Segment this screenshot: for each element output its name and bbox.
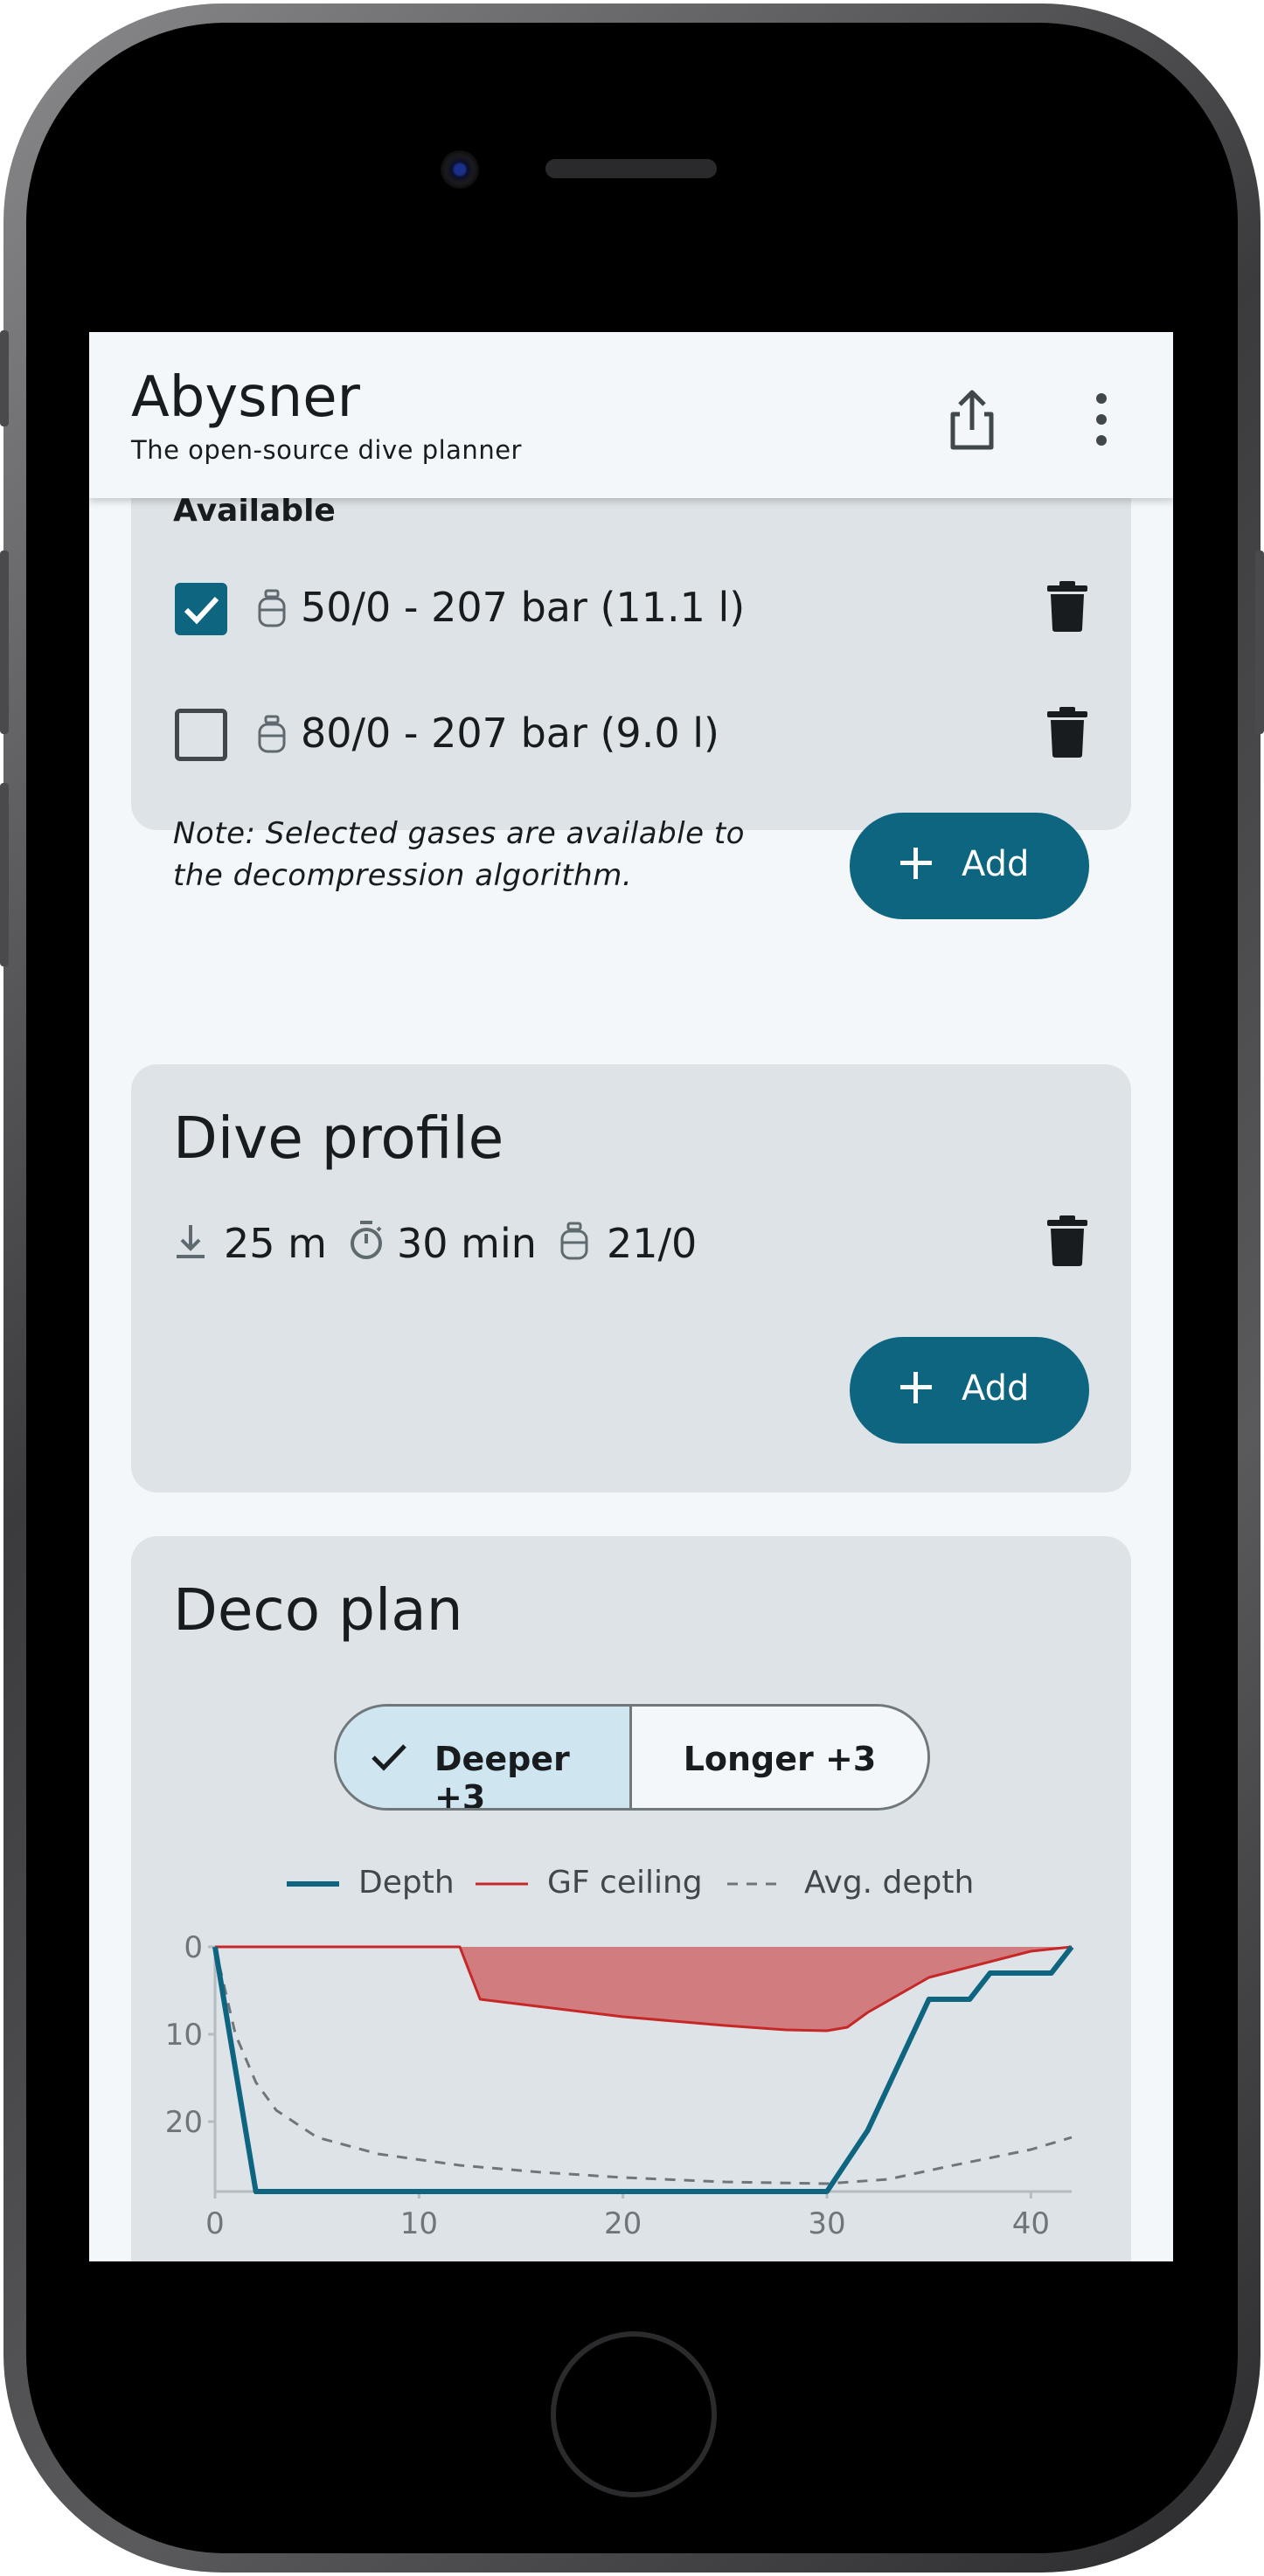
share-button[interactable] (928, 376, 1016, 463)
tank-icon (258, 715, 286, 753)
app-title: Abysner (131, 365, 360, 430)
more-options-button[interactable] (1058, 376, 1145, 463)
earpiece-speaker (545, 159, 717, 178)
y-tick-label: 0 (184, 1930, 203, 1965)
add-segment-button[interactable]: Add (850, 1337, 1089, 1444)
more-vert-icon (1096, 393, 1107, 446)
delete-segment-button[interactable] (1047, 1215, 1087, 1267)
delete-gas-button[interactable] (1047, 580, 1087, 633)
x-tick-label: 20 (604, 2206, 642, 2241)
contingency-toggle: Deeper +3 Longer +3 (334, 1704, 930, 1811)
plus-icon (899, 846, 934, 881)
toggle-longer[interactable]: Longer +3 (632, 1707, 927, 1808)
trash-icon (1047, 581, 1087, 632)
x-tick-label: 0 (205, 2206, 225, 2241)
deco-chart: 0 10 20 30 40 0 10 20 (165, 1930, 1074, 2241)
legend-depth-swatch (287, 1881, 339, 1887)
legend-depth-label: Depth (358, 1865, 455, 1901)
segment-time: 30 min (397, 1220, 537, 1267)
x-tick-label: 40 (1012, 2206, 1050, 2241)
share-icon (950, 390, 994, 450)
tank-icon (258, 589, 286, 627)
gas-label: 80/0 - 207 bar (9.0 l) (301, 710, 719, 757)
check-icon (184, 596, 219, 625)
y-tick-label: 20 (165, 2105, 203, 2140)
dive-profile-card: Dive profile 25 m 30 min 21/0 Add (131, 1064, 1131, 1492)
gas-row: 50/0 - 207 bar (11.1 l) (166, 561, 1101, 657)
check-icon (372, 1744, 406, 1771)
toggle-deeper-label: Deeper +3 (434, 1740, 570, 1811)
gases-card: Available 50/0 - 207 bar (11.1 l) 80/0 -… (131, 454, 1131, 919)
plus-icon (899, 1370, 934, 1405)
trash-icon (1047, 707, 1087, 758)
add-segment-label: Add (962, 1368, 1030, 1409)
delete-gas-button[interactable] (1047, 706, 1087, 758)
deco-plan-card: Deco plan Deeper +3 Longer +3 Depth GF c… (131, 1536, 1131, 2261)
add-gas-button[interactable]: Add (850, 813, 1089, 919)
gases-note: Note: Selected gases are available to th… (173, 816, 745, 893)
y-tick-label: 10 (165, 2018, 203, 2053)
gas-checkbox-checked[interactable] (175, 583, 227, 635)
gas-checkbox-unchecked[interactable] (175, 709, 227, 761)
depth-down-icon (177, 1225, 205, 1258)
available-gases-label: Available (173, 493, 336, 529)
app-subtitle: The open-source dive planner (131, 435, 522, 465)
power-button (1255, 551, 1264, 734)
trash-icon (1047, 1215, 1087, 1266)
toggle-longer-label: Longer +3 (683, 1740, 877, 1778)
home-button[interactable] (551, 2331, 717, 2497)
dive-segment-row: 25 m 30 min 21/0 (173, 1215, 1100, 1271)
front-camera (441, 150, 479, 189)
tank-icon (560, 1222, 588, 1260)
timer-icon (351, 1221, 382, 1259)
deco-plan-title: Deco plan (173, 1576, 463, 1644)
gas-label: 50/0 - 207 bar (11.1 l) (301, 584, 746, 631)
dive-profile-title: Dive profile (173, 1104, 504, 1172)
legend-gf-ceiling-swatch (476, 1882, 528, 1886)
gas-row: 80/0 - 207 bar (9.0 l) (166, 687, 1101, 783)
add-gas-label: Add (962, 844, 1030, 884)
toggle-deeper[interactable]: Deeper +3 (337, 1707, 632, 1808)
segment-depth: 25 m (224, 1220, 327, 1267)
volume-down-button (0, 783, 9, 966)
silent-switch (0, 330, 9, 426)
volume-up-button (0, 551, 9, 734)
app-screen: Abysner The open-source dive planner Ava… (89, 332, 1173, 2261)
segment-gas: 21/0 (607, 1220, 698, 1267)
x-tick-label: 30 (808, 2206, 845, 2241)
legend-gf-ceiling-label: GF ceiling (547, 1865, 703, 1901)
legend-avg-depth-label: Avg. depth (804, 1865, 975, 1901)
x-tick-label: 10 (400, 2206, 438, 2241)
top-app-bar: Abysner The open-source dive planner (89, 332, 1173, 498)
chart-legend: Depth GF ceiling Avg. depth (131, 1865, 1131, 1908)
legend-avg-depth-swatch (727, 1882, 780, 1886)
